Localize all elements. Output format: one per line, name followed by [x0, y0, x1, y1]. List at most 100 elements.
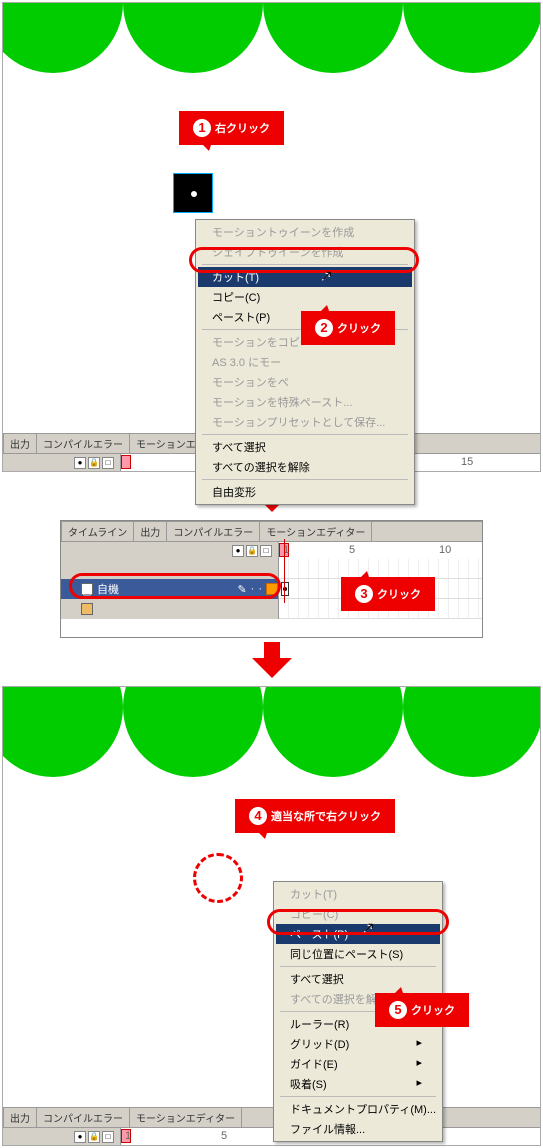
menu-copy[interactable]: コピー(C)	[276, 904, 440, 924]
menu-document-properties[interactable]: ドキュメントプロパティ(M)...	[276, 1099, 440, 1119]
submenu-arrow-icon: ▸	[416, 1056, 422, 1069]
eye-icon[interactable]: ●	[232, 545, 244, 557]
pencil-icon: ✎	[237, 583, 246, 596]
eye-icon[interactable]: ●	[74, 457, 86, 469]
menu-select-all[interactable]: すべて選択	[276, 969, 440, 989]
menu-separator	[202, 434, 408, 435]
callout-2: 2 クリック	[301, 311, 395, 345]
lock-icon[interactable]: 🔒	[88, 457, 100, 469]
menu-as3-motion[interactable]: AS 3.0 にモー	[198, 352, 412, 372]
layer-header-icons: ● 🔒 □	[3, 454, 121, 471]
menu-paste-motion[interactable]: モーションをペ	[198, 372, 412, 392]
callout-number: 1	[193, 119, 211, 137]
menu-file-info[interactable]: ファイル情報...	[276, 1119, 440, 1139]
layer-label-area[interactable]	[61, 559, 279, 579]
menu-grid[interactable]: グリッド(D)▸	[276, 1034, 440, 1054]
callout-text: クリック	[377, 589, 421, 601]
ruler-ticks: 1 5 10	[279, 542, 482, 559]
menu-deselect-all[interactable]: すべての選択を解除	[198, 457, 412, 477]
eye-icon[interactable]: ●	[74, 1131, 86, 1143]
menu-free-transform[interactable]: 自由変形	[198, 482, 412, 502]
green-circle	[403, 3, 540, 73]
menu-copy[interactable]: コピー(C)	[198, 287, 412, 307]
layer-label-area[interactable]	[61, 599, 279, 619]
callout-number: 5	[389, 1001, 407, 1019]
tab-motion-editor[interactable]: モーションエディター	[259, 521, 372, 541]
cursor-icon	[363, 919, 375, 935]
green-circle	[3, 687, 123, 777]
menu-separator	[280, 1096, 436, 1097]
tab-compile-error[interactable]: コンパイルエラー	[36, 433, 130, 453]
menu-create-shape-tween[interactable]: シェイプトゥイーンを作成	[198, 242, 412, 262]
green-circle	[263, 687, 403, 777]
outline-icon[interactable]: □	[102, 457, 114, 469]
context-menu-1[interactable]: モーショントゥイーンを作成 シェイプトゥイーンを作成 カット(T) コピー(C)…	[195, 219, 415, 505]
tab-output[interactable]: 出力	[3, 1107, 37, 1127]
timeline-ruler-3[interactable]: ● 🔒 □ 1 5	[3, 1127, 540, 1145]
ruler-tick: 10	[439, 544, 451, 556]
submenu-arrow-icon: ▸	[416, 1076, 422, 1089]
step-3-panel: 4適当な所で右クリック カット(T) コピー(C) ペースト(P) 同じ位置にペ…	[2, 686, 541, 1146]
tab-output[interactable]: 出力	[133, 521, 167, 541]
outline-icon[interactable]: □	[102, 1131, 114, 1143]
layer-dot-icon: ·	[251, 583, 255, 595]
menu-snap[interactable]: 吸着(S)▸	[276, 1074, 440, 1094]
green-circle	[263, 3, 403, 73]
panel-tabs-3: 出力 コンパイルエラー モーションエディター	[3, 1107, 540, 1127]
tab-timeline[interactable]: タイムライン	[61, 521, 134, 541]
panel-tabs-2: タイムライン 出力 コンパイルエラー モーションエディター	[61, 521, 482, 541]
ruler-tick: 5	[221, 1130, 227, 1142]
green-circle	[123, 687, 263, 777]
menu-save-motion-preset[interactable]: モーションプリセットとして保存...	[198, 412, 412, 432]
selected-symbol[interactable]	[173, 173, 213, 213]
layer-color-icon[interactable]	[266, 583, 278, 595]
arrow-down-icon	[252, 642, 292, 682]
layer-name: 自機	[97, 581, 119, 597]
cursor-icon	[321, 267, 333, 283]
timeline-ruler-2[interactable]: ● 🔒 □ 1 5 10	[61, 541, 482, 559]
tab-output[interactable]: 出力	[3, 433, 37, 453]
click-target-indicator	[193, 853, 243, 903]
callout-text: 右クリック	[215, 123, 270, 135]
green-circle	[123, 3, 263, 73]
callout-4: 4適当な所で右クリック	[235, 799, 395, 833]
tab-compile-error[interactable]: コンパイルエラー	[36, 1107, 130, 1127]
menu-cut[interactable]: カット(T)	[198, 267, 412, 287]
green-circle	[3, 3, 123, 73]
menu-separator	[280, 966, 436, 967]
lock-icon[interactable]: 🔒	[88, 1131, 100, 1143]
lock-icon[interactable]: 🔒	[246, 545, 258, 557]
layer-frames[interactable]	[279, 559, 482, 579]
menu-cut[interactable]: カット(T)	[276, 884, 440, 904]
callout-text: クリック	[337, 323, 381, 335]
step-2-timeline-panel: タイムライン 出力 コンパイルエラー モーションエディター ● 🔒 □ 1 5 …	[60, 520, 483, 638]
menu-paste-in-place[interactable]: 同じ位置にペースト(S)	[276, 944, 440, 964]
layer-row-script[interactable]	[61, 559, 482, 579]
callout-number: 4	[249, 807, 267, 825]
callout-text: クリック	[411, 1005, 455, 1017]
callout-3: 3クリック	[341, 577, 435, 611]
registration-point-icon	[191, 191, 197, 197]
ruler-tick: 15	[461, 456, 473, 468]
menu-create-motion-tween[interactable]: モーショントゥイーンを作成	[198, 222, 412, 242]
tab-compile-error[interactable]: コンパイルエラー	[166, 521, 260, 541]
menu-select-all[interactable]: すべて選択	[198, 437, 412, 457]
menu-paste[interactable]: ペースト(P)	[276, 924, 440, 944]
ruler-tick: 5	[349, 544, 355, 556]
keyframe[interactable]	[281, 582, 289, 596]
step-1-panel: 1 右クリック モーショントゥイーンを作成 シェイプトゥイーンを作成 カット(T)…	[2, 2, 541, 472]
stage-canvas-3[interactable]	[3, 687, 540, 1007]
playhead-line[interactable]	[284, 539, 285, 603]
tab-motion-editor[interactable]: モーションエディター	[129, 1107, 242, 1127]
menu-paste-motion-special[interactable]: モーションを特殊ペースト...	[198, 392, 412, 412]
layer-icon: ▢	[81, 583, 93, 595]
layer-dot-icon: ·	[258, 583, 262, 595]
outline-icon[interactable]: □	[260, 545, 272, 557]
folder-icon	[81, 603, 93, 615]
layer-label-area-selected[interactable]: ▢ 自機 ✎ · ·	[61, 579, 279, 599]
menu-separator	[202, 264, 408, 265]
layer-header-icons: ● 🔒 □	[3, 1128, 121, 1145]
callout-number: 2	[315, 319, 333, 337]
layer-header-icons: ● 🔒 □	[61, 542, 279, 559]
menu-guide[interactable]: ガイド(E)▸	[276, 1054, 440, 1074]
